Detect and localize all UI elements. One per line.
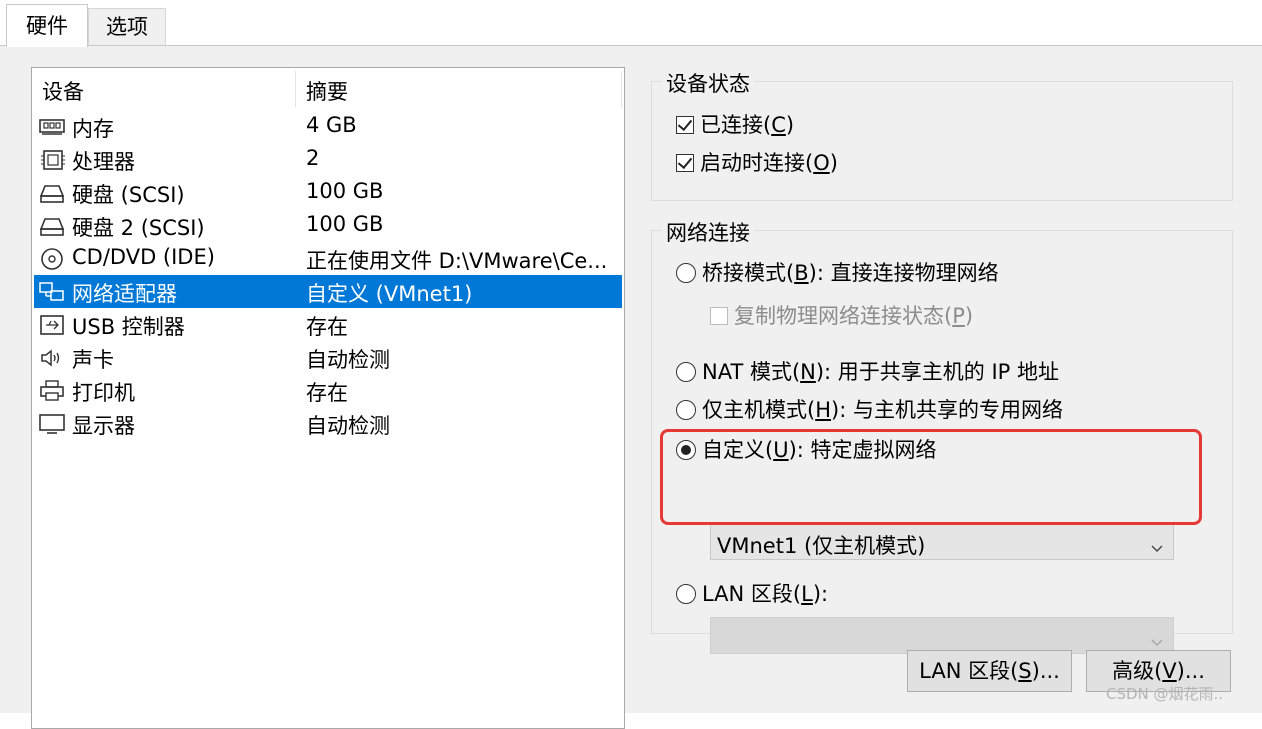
device-summary: 自动检测 — [306, 414, 390, 438]
hard-disk-icon — [38, 214, 66, 238]
processor-icon — [38, 148, 66, 172]
chevron-down-icon — [1151, 630, 1163, 646]
custom-network-select-value: VMnet1 (仅主机模式) — [717, 534, 926, 558]
device-name: 声卡 — [72, 348, 114, 372]
device-summary: 自定义 (VMnet1) — [306, 282, 473, 306]
nat-radio[interactable]: NAT 模式(N): 用于共享主机的 IP 地址 — [676, 356, 1059, 386]
device-row-hard-disk[interactable]: 硬盘 (SCSI) 100 GB — [34, 176, 622, 209]
printer-icon — [38, 379, 66, 403]
memory-icon — [38, 115, 66, 139]
device-list-header: 设备 摘要 — [32, 68, 624, 110]
device-name: 网络适配器 — [72, 282, 177, 306]
checkbox-checked-icon[interactable] — [676, 116, 694, 134]
tab-hardware[interactable]: 硬件 — [6, 4, 88, 47]
lan-segment-radio[interactable]: LAN 区段(L): — [676, 578, 828, 608]
device-summary: 自动检测 — [306, 348, 390, 372]
device-status-group: 设备状态 已连接(C) 启动时连接(O) — [651, 68, 1233, 201]
device-row-sound-card[interactable]: 声卡 自动检测 — [34, 341, 622, 374]
checkbox-disabled-icon[interactable] — [710, 307, 728, 325]
display-icon — [38, 412, 66, 436]
annotation-highlight — [660, 429, 1202, 525]
connect-at-power-on-checkbox[interactable]: 启动时连接(O) — [676, 147, 838, 177]
device-summary: 2 — [306, 146, 320, 170]
checkbox-checked-icon[interactable] — [676, 154, 694, 172]
device-summary: 正在使用文件 D:\VMware\Ce... — [306, 249, 608, 273]
device-summary: 存在 — [306, 381, 348, 405]
column-divider[interactable] — [295, 71, 296, 107]
device-name: 显示器 — [72, 414, 135, 438]
device-row-usb-controller[interactable]: USB 控制器 存在 — [34, 308, 622, 341]
sound-icon — [38, 346, 66, 370]
chevron-down-icon — [1151, 536, 1163, 552]
device-name: 内存 — [72, 117, 114, 141]
cd-dvd-icon — [38, 247, 66, 271]
device-row-processor[interactable]: 处理器 2 — [34, 143, 622, 176]
device-name: 打印机 — [72, 381, 135, 405]
network-adapter-icon — [38, 280, 66, 304]
watermark: CSDN @烟花雨.. — [1106, 685, 1224, 703]
lan-segments-button[interactable]: LAN 区段(S)... — [907, 650, 1072, 692]
device-row-network-adapter[interactable]: 网络适配器 自定义 (VMnet1) — [34, 275, 622, 308]
usb-icon — [38, 313, 66, 337]
device-row-display[interactable]: 显示器 自动检测 — [34, 407, 622, 440]
device-summary: 存在 — [306, 315, 348, 339]
custom-network-select[interactable]: VMnet1 (仅主机模式) — [710, 523, 1174, 560]
radio-unselected-icon[interactable] — [676, 400, 696, 420]
tab-options[interactable]: 选项 — [88, 8, 166, 46]
column-header-summary[interactable]: 摘要 — [306, 76, 348, 106]
device-row-printer[interactable]: 打印机 存在 — [34, 374, 622, 407]
connected-checkbox[interactable]: 已连接(C) — [676, 109, 794, 139]
device-status-legend: 设备状态 — [662, 68, 754, 98]
replicate-state-checkbox[interactable]: 复制物理网络连接状态(P) — [710, 300, 973, 330]
device-summary: 100 GB — [306, 179, 384, 203]
device-row-memory[interactable]: 内存 4 GB — [34, 110, 622, 143]
device-name: 处理器 — [72, 150, 135, 174]
lan-segment-select[interactable] — [710, 617, 1174, 654]
network-connection-legend: 网络连接 — [662, 217, 754, 247]
column-header-device[interactable]: 设备 — [42, 76, 84, 106]
host-only-radio[interactable]: 仅主机模式(H): 与主机共享的专用网络 — [676, 394, 1063, 424]
device-row-hard-disk-2[interactable]: 硬盘 2 (SCSI) 100 GB — [34, 209, 622, 242]
device-name: 硬盘 2 (SCSI) — [72, 216, 205, 240]
settings-panel: 设备 摘要 内存 4 GB 处理器 2 硬盘 (SCSI) 100 GB 硬盘 … — [0, 45, 1262, 729]
hard-disk-icon — [38, 181, 66, 205]
device-list[interactable]: 设备 摘要 内存 4 GB 处理器 2 硬盘 (SCSI) 100 GB 硬盘 … — [31, 67, 625, 729]
bridged-radio[interactable]: 桥接模式(B): 直接连接物理网络 — [676, 257, 999, 287]
device-name: CD/DVD (IDE) — [72, 245, 215, 269]
radio-unselected-icon[interactable] — [676, 584, 696, 604]
device-name: 硬盘 (SCSI) — [72, 183, 185, 207]
device-summary: 100 GB — [306, 212, 384, 236]
device-row-cd-dvd[interactable]: CD/DVD (IDE) 正在使用文件 D:\VMware\Ce... — [34, 242, 622, 275]
column-divider[interactable] — [621, 71, 622, 107]
tab-bar: 硬件 选项 — [0, 0, 1262, 47]
device-name: USB 控制器 — [72, 315, 185, 339]
device-summary: 4 GB — [306, 113, 357, 137]
radio-unselected-icon[interactable] — [676, 362, 696, 382]
radio-unselected-icon[interactable] — [676, 263, 696, 283]
